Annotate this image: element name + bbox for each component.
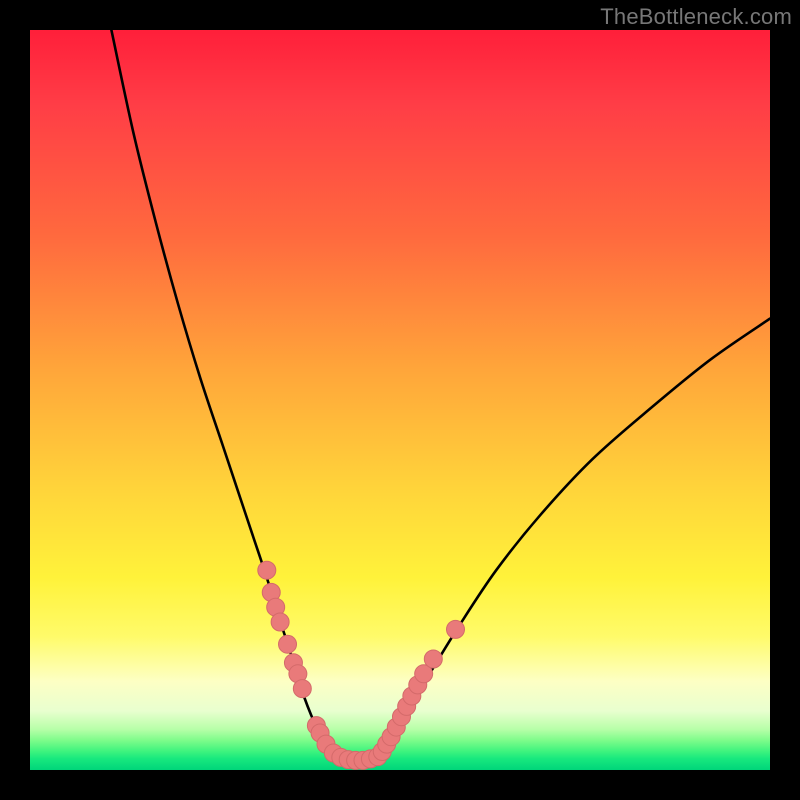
curve-marker: [293, 680, 311, 698]
plot-area: [30, 30, 770, 770]
curve-svg: [30, 30, 770, 770]
curve-marker: [258, 561, 276, 579]
curve-marker: [424, 650, 442, 668]
marker-layer: [258, 561, 465, 769]
curve-marker: [271, 613, 289, 631]
watermark-text: TheBottleneck.com: [600, 4, 792, 30]
bottleneck-curve: [111, 30, 770, 762]
curve-marker: [447, 620, 465, 638]
chart-frame: TheBottleneck.com: [0, 0, 800, 800]
curve-marker: [279, 635, 297, 653]
